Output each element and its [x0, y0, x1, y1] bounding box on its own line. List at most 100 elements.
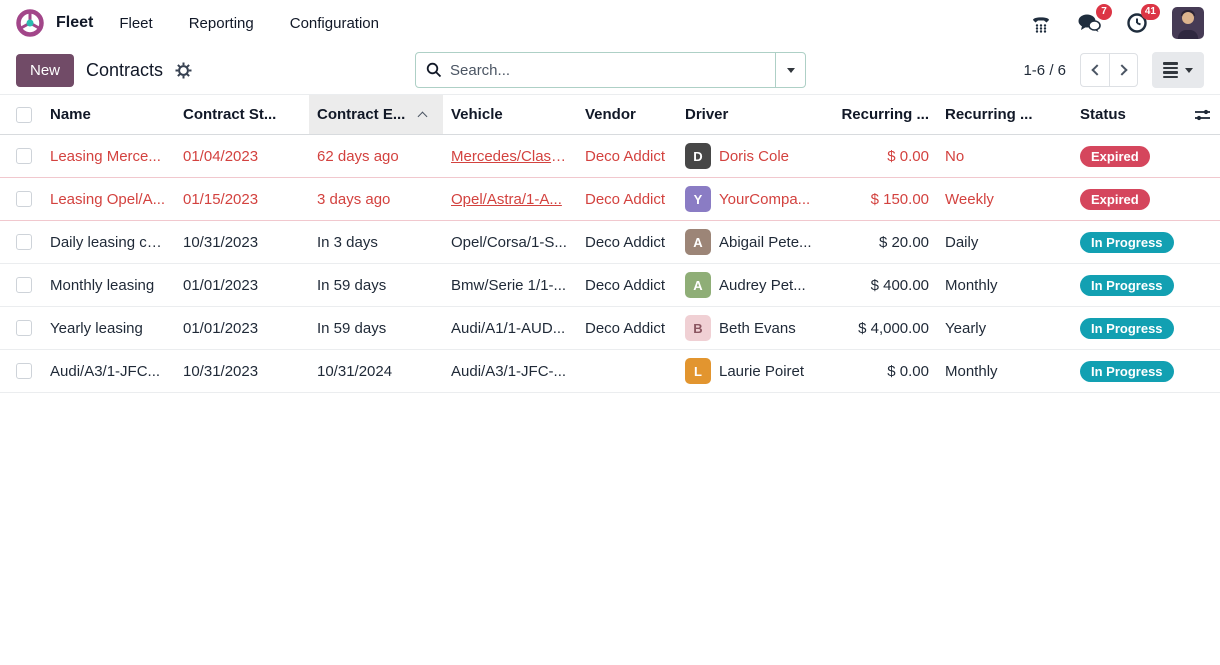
user-avatar[interactable] [1172, 7, 1204, 39]
cell-recurring-interval: Daily [937, 234, 1072, 251]
column-header-recurring-amount[interactable]: Recurring ... [837, 95, 937, 134]
cell-driver: A Audrey Pet... [677, 272, 837, 298]
cell-vendor: Deco Addict [577, 148, 677, 165]
pager-previous-button[interactable] [1080, 53, 1109, 87]
cell-recurring-interval: Monthly [937, 363, 1072, 380]
messages-icon[interactable]: 7 [1076, 10, 1102, 36]
table-header-row: Name Contract St... Contract E... Vehicl… [0, 94, 1220, 135]
cell-recurring-amount: $ 150.00 [837, 191, 937, 208]
status-badge: In Progress [1080, 318, 1174, 339]
cell-vendor: Deco Addict [577, 234, 677, 251]
row-checkbox[interactable] [16, 363, 32, 379]
table-row[interactable]: Audi/A3/1-JFC... 10/31/2023 10/31/2024 A… [0, 350, 1220, 393]
status-badge: In Progress [1080, 275, 1174, 296]
cell-contract-start: 10/31/2023 [175, 234, 309, 251]
column-header-contract-start[interactable]: Contract St... [175, 95, 309, 134]
search-options-toggle[interactable] [775, 53, 805, 87]
cell-name: Audi/A3/1-JFC... [42, 363, 175, 380]
cell-driver: Y YourCompa... [677, 186, 837, 212]
column-header-recurring-interval[interactable]: Recurring ... [937, 95, 1072, 134]
status-badge: Expired [1080, 189, 1150, 210]
cell-name: Leasing Opel/A... [42, 191, 175, 208]
cell-driver: D Doris Cole [677, 143, 837, 169]
driver-avatar: B [685, 315, 711, 341]
column-header-label: Contract E... [317, 106, 405, 123]
pager-range: 1-6 / 6 [1023, 62, 1066, 79]
sort-asc-icon [418, 111, 428, 121]
app-name[interactable]: Fleet [56, 14, 93, 32]
cell-recurring-amount: $ 400.00 [837, 277, 937, 294]
driver-name: Audrey Pet... [719, 277, 806, 294]
column-header-driver[interactable]: Driver [677, 95, 837, 134]
table-row[interactable]: Monthly leasing 01/01/2023 In 59 days Bm… [0, 264, 1220, 307]
row-checkbox[interactable] [16, 320, 32, 336]
fleet-app-icon[interactable] [16, 9, 44, 37]
pager-next-button[interactable] [1109, 53, 1138, 87]
cell-contract-end: 10/31/2024 [309, 363, 443, 380]
table-row[interactable]: Yearly leasing 01/01/2023 In 59 days Aud… [0, 307, 1220, 350]
voip-phone-icon[interactable] [1028, 10, 1054, 36]
menu-configuration[interactable]: Configuration [290, 15, 379, 32]
cell-contract-start: 01/01/2023 [175, 277, 309, 294]
status-badge: In Progress [1080, 361, 1174, 382]
cell-driver: A Abigail Pete... [677, 229, 837, 255]
table-row[interactable]: Leasing Merce... 01/04/2023 62 days ago … [0, 135, 1220, 178]
cell-contract-start: 01/15/2023 [175, 191, 309, 208]
driver-name: Laurie Poiret [719, 363, 804, 380]
menu-reporting[interactable]: Reporting [189, 15, 254, 32]
optional-columns-icon[interactable] [1185, 95, 1220, 134]
messages-count-badge: 7 [1096, 4, 1112, 20]
column-header-vendor[interactable]: Vendor [577, 95, 677, 134]
cell-name: Monthly leasing [42, 277, 175, 294]
cell-recurring-amount: $ 4,000.00 [837, 320, 937, 337]
cell-recurring-interval: No [937, 148, 1072, 165]
actions-gear-icon[interactable] [175, 62, 192, 79]
cell-name: Daily leasing co... [42, 234, 175, 251]
cell-vehicle: Mercedes/Class... [443, 148, 577, 165]
cell-vendor: Deco Addict [577, 191, 677, 208]
row-checkbox[interactable] [16, 234, 32, 250]
cell-vehicle: Audi/A3/1-JFC-... [443, 363, 577, 380]
cell-contract-end: In 59 days [309, 320, 443, 337]
select-all-checkbox[interactable] [16, 107, 32, 123]
cell-recurring-amount: $ 0.00 [837, 363, 937, 380]
cell-recurring-interval: Yearly [937, 320, 1072, 337]
cell-recurring-amount: $ 20.00 [837, 234, 937, 251]
search-input[interactable] [450, 62, 765, 79]
driver-name: Doris Cole [719, 148, 789, 165]
chevron-down-icon [787, 68, 795, 73]
menu-fleet[interactable]: Fleet [119, 15, 152, 32]
column-header-vehicle[interactable]: Vehicle [443, 95, 577, 134]
driver-avatar: D [685, 143, 711, 169]
cell-contract-end: 3 days ago [309, 191, 443, 208]
new-button[interactable]: New [16, 54, 74, 87]
driver-avatar: A [685, 229, 711, 255]
cell-driver: B Beth Evans [677, 315, 837, 341]
column-header-contract-end[interactable]: Contract E... [309, 95, 443, 134]
control-panel: New Contracts 1-6 [0, 46, 1220, 94]
table-row[interactable]: Daily leasing co... 10/31/2023 In 3 days… [0, 221, 1220, 264]
driver-name: YourCompa... [719, 191, 810, 208]
column-header-status[interactable]: Status [1072, 95, 1185, 134]
list-view-icon [1163, 62, 1178, 78]
table-row[interactable]: Leasing Opel/A... 01/15/2023 3 days ago … [0, 178, 1220, 221]
driver-avatar: Y [685, 186, 711, 212]
search-icon [426, 62, 442, 78]
row-checkbox[interactable] [16, 148, 32, 164]
column-header-name[interactable]: Name [42, 95, 175, 134]
view-switcher-list-button[interactable] [1152, 52, 1204, 88]
cell-recurring-interval: Monthly [937, 277, 1072, 294]
row-checkbox[interactable] [16, 277, 32, 293]
cell-contract-start: 01/04/2023 [175, 148, 309, 165]
chevron-left-icon [1091, 64, 1102, 75]
driver-name: Abigail Pete... [719, 234, 812, 251]
search-box [415, 52, 806, 88]
activities-clock-icon[interactable]: 41 [1124, 10, 1150, 36]
status-badge: Expired [1080, 146, 1150, 167]
cell-name: Leasing Merce... [42, 148, 175, 165]
row-checkbox[interactable] [16, 191, 32, 207]
cell-contract-start: 01/01/2023 [175, 320, 309, 337]
driver-name: Beth Evans [719, 320, 796, 337]
cell-contract-end: In 3 days [309, 234, 443, 251]
cell-vehicle: Opel/Corsa/1-S... [443, 234, 577, 251]
